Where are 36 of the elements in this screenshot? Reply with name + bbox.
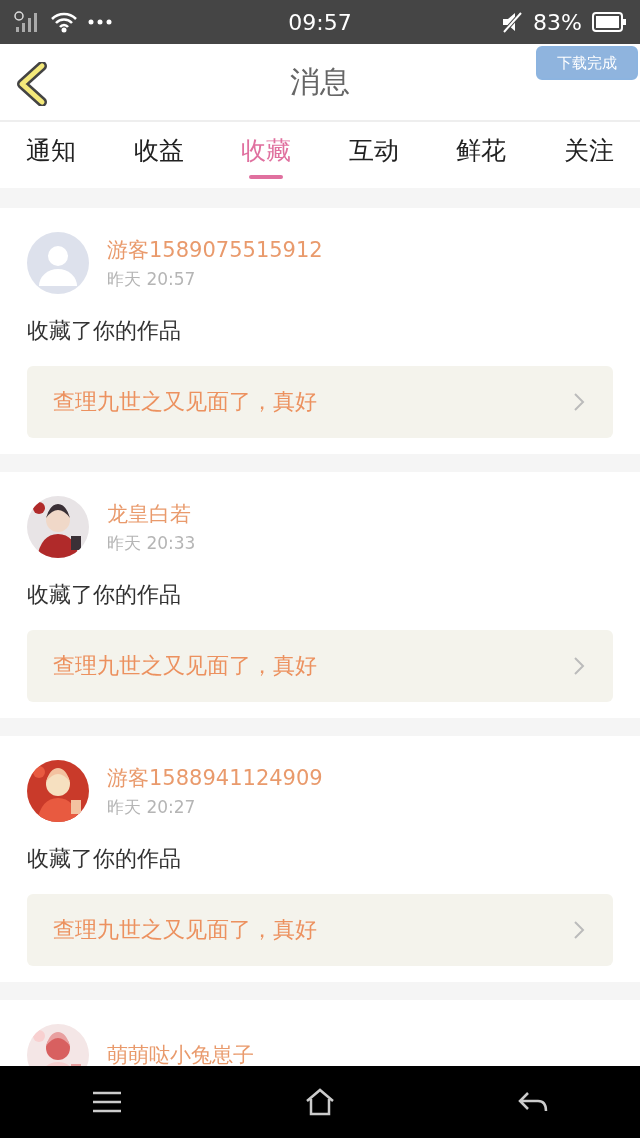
battery-percent: 83%: [533, 9, 582, 35]
message-time: 昨天 20:57: [107, 267, 197, 291]
clock-time: 09:57: [288, 9, 352, 35]
download-complete-toast: 下载完成: [536, 46, 638, 80]
back-button[interactable]: [16, 62, 48, 106]
message-time: 昨天 20:33: [107, 531, 196, 555]
user-name[interactable]: 萌萌哒小兔崽子: [107, 1041, 254, 1066]
more-icon: [88, 19, 112, 25]
tab[interactable]: 通知: [10, 122, 92, 188]
default-avatar-icon: [27, 232, 89, 294]
muted-speaker-icon: [501, 11, 524, 33]
user-name[interactable]: 游客1588941124909: [107, 763, 323, 792]
user-name[interactable]: 龙皇白若: [107, 499, 196, 528]
tab[interactable]: 鲜花: [440, 122, 523, 188]
chevron-right-icon: [573, 656, 585, 676]
tab[interactable]: 关注: [547, 122, 630, 188]
chevron-right-icon: [573, 392, 585, 412]
work-link[interactable]: 查理九世之又见面了，真好: [27, 894, 613, 966]
message-text: 收藏了你的作品: [27, 845, 182, 873]
message-text: 收藏了你的作品: [27, 581, 182, 609]
tab[interactable]: 收藏: [225, 122, 308, 188]
tab[interactable]: 互动: [332, 122, 415, 188]
user-name[interactable]: 游客1589075515912: [107, 235, 323, 264]
chevron-right-icon: [573, 920, 585, 940]
message-time: 昨天 20:27: [107, 795, 197, 819]
back-nav-button[interactable]: [518, 1091, 549, 1113]
menu-button[interactable]: [91, 1091, 122, 1113]
work-link[interactable]: 查理九世之又见面了，真好: [27, 366, 613, 438]
battery-icon: [592, 12, 626, 32]
message-text: 收藏了你的作品: [27, 317, 182, 345]
signal-icon: [14, 11, 40, 33]
home-button[interactable]: [305, 1088, 335, 1116]
wifi-icon: [50, 11, 78, 33]
page-title: 消息: [290, 62, 350, 101]
work-link[interactable]: 查理九世之又见面了，真好: [27, 630, 613, 702]
tab[interactable]: 收益: [117, 122, 200, 188]
